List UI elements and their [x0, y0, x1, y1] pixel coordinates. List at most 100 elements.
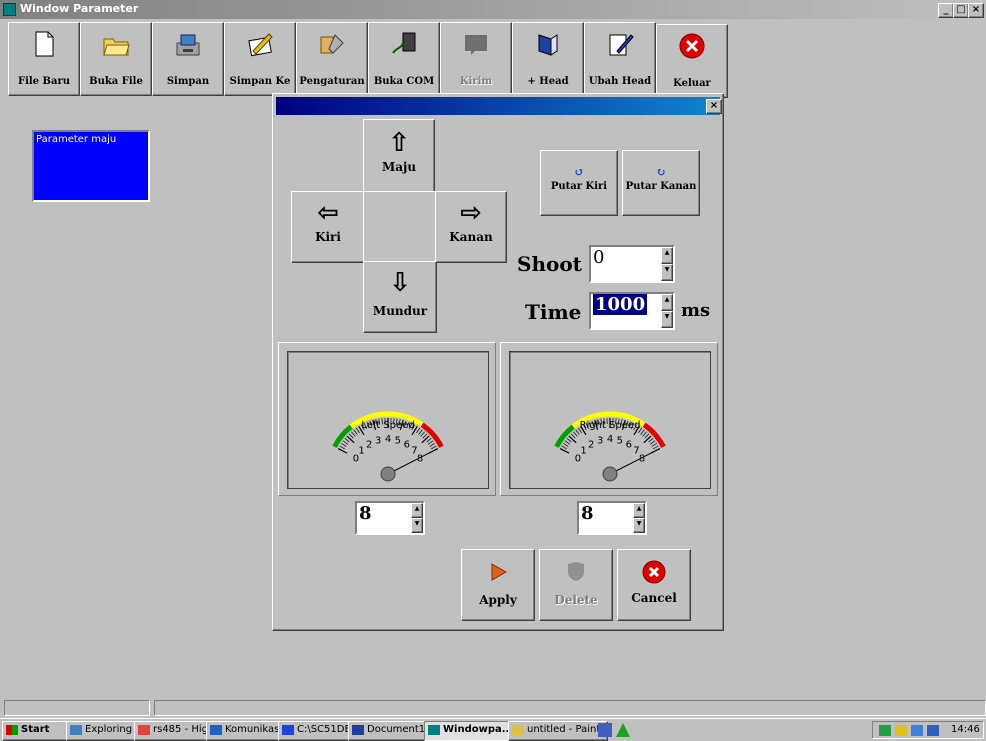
spinner-up-button[interactable]: ▲ [633, 503, 645, 518]
toolbar-label: File Baru [9, 76, 79, 87]
gauge-tick [644, 436, 651, 443]
cancel-button[interactable]: Cancel [617, 549, 691, 621]
buka-com-button[interactable]: Buka COM [368, 22, 440, 96]
gauge-tick [565, 441, 570, 445]
gauge-tick-label: 2 [588, 439, 594, 450]
gauge-tick-label: 3 [597, 435, 603, 446]
gauge-tick [340, 446, 345, 449]
windows-logo-icon [6, 725, 18, 735]
delete-button[interactable]: Delete [539, 549, 613, 621]
close-window-button[interactable]: × [968, 3, 984, 18]
putar-kanan-button[interactable]: ↻ Putar Kanan [622, 150, 700, 216]
simpan-ke-button[interactable]: Simpan Ke [224, 22, 296, 96]
gauge-tick [567, 438, 572, 442]
gauge-tick-label: 3 [375, 435, 381, 446]
toolbar-label: Kirim [441, 76, 511, 87]
kiri-button[interactable]: ⇦ Kiri [291, 191, 365, 263]
minimize-button[interactable]: _ [938, 3, 954, 18]
toolbar-label: Ubah Head [585, 76, 655, 87]
tray-icon[interactable] [927, 725, 939, 736]
center-pad [363, 191, 437, 263]
gauge-tick-label: 4 [385, 434, 391, 445]
exit-icon [677, 31, 707, 61]
gauge-tick [349, 434, 353, 438]
arrow-down-icon: ⇩ [364, 270, 436, 296]
left-speed-spinner[interactable]: 8 ▲ ▼ [355, 501, 425, 535]
gauge-tick-label: 5 [617, 435, 623, 446]
spinner-up-button[interactable]: ▲ [661, 247, 673, 264]
tray-icon[interactable] [879, 725, 891, 736]
gauge-tick [645, 434, 649, 438]
arrow-up-icon: ⇧ [364, 130, 434, 156]
spinner-down-button[interactable]: ▼ [661, 264, 673, 281]
maju-button[interactable]: ⇧ Maju [363, 119, 435, 193]
spinner-down-button[interactable]: ▼ [661, 311, 673, 328]
right-speed-spinner[interactable]: 8 ▲ ▼ [577, 501, 647, 535]
maju-label: Maju [364, 160, 434, 174]
spinner-down-button[interactable]: ▼ [633, 518, 645, 533]
maximize-button[interactable]: □ [953, 3, 969, 18]
browser-icon [210, 725, 222, 735]
gauge-hub [381, 467, 395, 481]
tray-icon[interactable] [895, 725, 907, 736]
spinner-up-button[interactable]: ▲ [661, 294, 673, 311]
kanan-button[interactable]: ⇨ Kanan [435, 191, 507, 263]
add-head-button[interactable]: + Head [512, 22, 584, 96]
ubah-head-button[interactable]: Ubah Head [584, 22, 656, 96]
time-unit: ms [681, 300, 710, 321]
gauge-tick [351, 432, 355, 437]
gauge-label: Left Speed [361, 420, 414, 431]
gauge-tick [338, 449, 347, 454]
paint-icon [512, 725, 524, 735]
file-baru-button[interactable]: File Baru [8, 22, 80, 96]
spinner-up-button[interactable]: ▲ [411, 503, 423, 518]
putar-kiri-button[interactable]: ↺ Putar Kiri [540, 150, 618, 216]
cancel-icon [642, 560, 666, 584]
edit-head-icon [605, 29, 635, 59]
right-speed-gauge: 012345678Right Speed [509, 351, 711, 489]
tree-icon[interactable] [616, 723, 630, 737]
pengaturan-button[interactable]: Pengaturan [296, 22, 368, 96]
gauge-tick [562, 446, 567, 449]
buka-file-button[interactable]: Buka File [80, 22, 152, 96]
toolbar: File Baru Buka File Simpan Simpan Ke Pen… [8, 22, 756, 96]
clock[interactable]: 14:46 [951, 724, 980, 735]
shield-icon [565, 560, 587, 582]
parameter-item[interactable]: Parameter maju [32, 130, 150, 202]
gauge-tick [563, 443, 568, 446]
start-label: Start [21, 724, 49, 735]
task-button[interactable]: untitled - Paint [508, 721, 608, 741]
quick-launch-icon[interactable] [598, 723, 612, 737]
gauge-tick [428, 441, 433, 445]
delete-label: Delete [540, 593, 612, 607]
gauge-tick [347, 436, 354, 443]
dialog-close-button[interactable]: × [706, 99, 722, 114]
gauge-tick-label: 5 [395, 435, 401, 446]
toolbar-label: + Head [513, 76, 583, 87]
left-speed-value: 8 [359, 503, 372, 524]
gauge-tick [641, 430, 645, 435]
apply-button[interactable]: Apply [461, 549, 535, 621]
time-spinner[interactable]: 1000 ▲ ▼ [589, 292, 675, 330]
task-label: Windowpa... [443, 724, 513, 735]
window-title: Window Parameter [20, 2, 138, 15]
toolbar-label: Simpan Ke [225, 76, 295, 87]
mundur-label: Mundur [364, 304, 436, 318]
spinner-down-button[interactable]: ▼ [411, 518, 423, 533]
kirim-button[interactable]: Kirim [440, 22, 512, 96]
simpan-button[interactable]: Simpan [152, 22, 224, 96]
status-panel [154, 700, 986, 716]
kanan-label: Kanan [436, 230, 506, 244]
mundur-button[interactable]: ⇩ Mundur [363, 261, 437, 333]
add-head-icon [533, 29, 563, 59]
status-bar [4, 700, 986, 716]
shoot-value: 0 [593, 247, 604, 268]
keluar-button[interactable]: Keluar [656, 24, 728, 98]
shoot-spinner[interactable]: 0 ▲ ▼ [589, 245, 675, 283]
gauge-tick [653, 446, 658, 449]
time-value[interactable]: 1000 [593, 294, 647, 315]
tray-icon[interactable] [911, 725, 923, 736]
putar-kanan-label: Putar Kanan [623, 181, 699, 192]
com-port-icon [389, 29, 419, 59]
start-button[interactable]: Start [2, 721, 76, 741]
